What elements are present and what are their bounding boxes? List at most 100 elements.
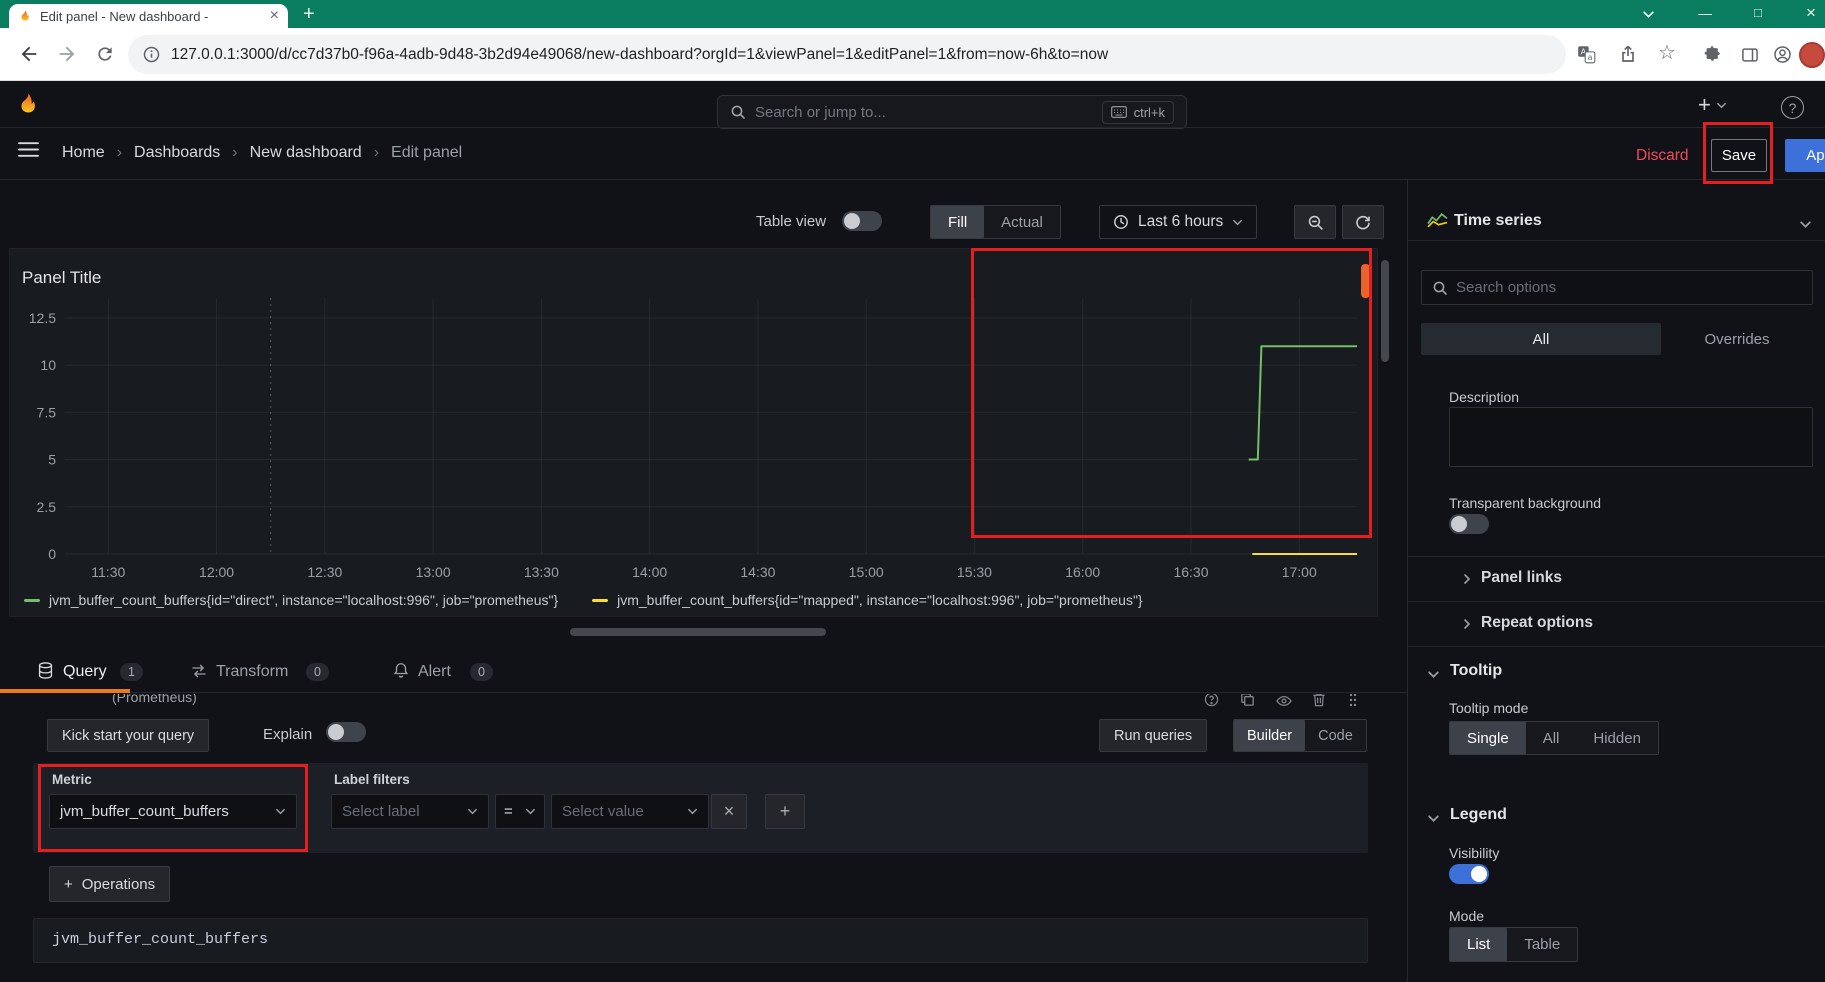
forward-button[interactable]	[56, 43, 78, 70]
zoom-out-button[interactable]	[1294, 205, 1336, 239]
menu-toggle-icon[interactable]	[18, 141, 39, 163]
operator-value: =	[504, 803, 513, 820]
breadcrumb-dashboards[interactable]: Dashboards	[134, 144, 220, 162]
select-label-dropdown[interactable]: Select label	[331, 794, 489, 829]
svg-text:0: 0	[48, 546, 56, 562]
translate-icon[interactable]: Aa	[1576, 44, 1597, 70]
apply-button[interactable]: Apply	[1785, 139, 1825, 172]
help-button[interactable]: ?	[1781, 96, 1804, 119]
annotation-rect-metric	[38, 764, 308, 852]
tab-alert[interactable]: Alert	[418, 663, 451, 681]
svg-text:14:00: 14:00	[632, 564, 667, 580]
breadcrumb-new-dashboard[interactable]: New dashboard	[250, 144, 362, 162]
window-minimize-icon[interactable]: —	[1698, 6, 1712, 20]
svg-text:15:00: 15:00	[849, 564, 884, 580]
profile-icon[interactable]	[1772, 44, 1793, 70]
search-icon	[730, 104, 746, 120]
share-icon[interactable]	[1618, 43, 1638, 69]
window-chevron-icon[interactable]	[1642, 8, 1655, 26]
legend-list-option[interactable]: List	[1450, 928, 1508, 961]
actual-option[interactable]: Actual	[984, 206, 1060, 238]
svg-text:12:00: 12:00	[199, 564, 234, 580]
window-maximize-icon[interactable]: □	[1754, 6, 1762, 19]
horizontal-scrollbar-thumb[interactable]	[570, 628, 826, 636]
select-value-dropdown[interactable]: Select value	[551, 794, 709, 829]
run-queries-button[interactable]: Run queries	[1099, 719, 1208, 752]
chevron-down-icon	[526, 808, 535, 815]
breadcrumb-separator: ›	[373, 144, 380, 161]
legend-item[interactable]: jvm_buffer_count_buffers{id="direct", in…	[24, 592, 558, 608]
tooltip-hidden-option[interactable]: Hidden	[1576, 722, 1658, 754]
code-option[interactable]: Code	[1305, 720, 1366, 751]
panel-type-label[interactable]: Time series	[1454, 212, 1542, 230]
search-placeholder: Search or jump to...	[755, 103, 886, 121]
svg-text:13:30: 13:30	[524, 564, 559, 580]
section-divider	[1408, 556, 1825, 557]
legend-series-marker	[592, 598, 609, 602]
chevron-right-icon	[1461, 572, 1473, 590]
table-view-toggle[interactable]	[842, 211, 882, 231]
table-view-label: Table view	[756, 213, 827, 230]
legend-visibility-toggle[interactable]	[1449, 864, 1489, 884]
tooltip-all-option[interactable]: All	[1526, 722, 1577, 754]
breadcrumb-separator: ›	[232, 144, 238, 161]
options-search-input[interactable]: Search options	[1421, 270, 1813, 305]
builder-option[interactable]: Builder	[1234, 720, 1306, 751]
panel-links-section[interactable]: Panel links	[1481, 569, 1562, 587]
tooltip-single-option[interactable]: Single	[1450, 722, 1526, 754]
site-info-icon[interactable]	[143, 46, 160, 63]
legend-item[interactable]: jvm_buffer_count_buffers{id="mapped", in…	[592, 592, 1143, 608]
explain-toggle[interactable]	[326, 722, 366, 742]
tab-close-icon[interactable]: ×	[270, 8, 279, 24]
vertical-scrollbar-thumb[interactable]	[1381, 260, 1389, 362]
tab-transform[interactable]: Transform	[216, 663, 288, 681]
url-text: 127.0.0.1:3000/d/cc7d37b0-f96a-4adb-9d48…	[171, 45, 1109, 63]
browser-tab[interactable]: Edit panel - New dashboard - ×	[9, 4, 288, 28]
nav-search-input[interactable]: Search or jump to... ctrl+k	[717, 95, 1187, 129]
new-tab-button[interactable]: +	[303, 4, 315, 24]
bookmark-star-icon[interactable]: ☆	[1658, 43, 1676, 63]
browser-avatar[interactable]	[1799, 42, 1825, 68]
database-icon	[36, 661, 55, 685]
create-new-button[interactable]: +	[1698, 92, 1727, 118]
window-close-icon[interactable]: ×	[1806, 4, 1816, 21]
legend-section[interactable]: Legend	[1450, 806, 1507, 824]
side-panel-icon[interactable]	[1740, 45, 1760, 70]
repeat-options-section[interactable]: Repeat options	[1481, 614, 1593, 632]
reload-button[interactable]	[95, 44, 115, 69]
tab-query[interactable]: Query	[63, 663, 107, 681]
svg-text:10: 10	[40, 357, 56, 373]
address-bar[interactable]: 127.0.0.1:3000/d/cc7d37b0-f96a-4adb-9d48…	[128, 35, 1566, 74]
discard-button[interactable]: Discard	[1636, 147, 1689, 165]
chevron-right-icon	[1461, 617, 1473, 635]
tooltip-section[interactable]: Tooltip	[1450, 662, 1502, 680]
legend-table-option[interactable]: Table	[1507, 928, 1577, 961]
tooltip-mode-label: Tooltip mode	[1449, 700, 1529, 716]
transparent-background-toggle[interactable]	[1449, 514, 1489, 534]
kick-start-query-button[interactable]: Kick start your query	[47, 719, 210, 752]
time-range-picker[interactable]: Last 6 hours	[1099, 205, 1258, 239]
hide-query-eye-icon[interactable]	[1276, 694, 1292, 712]
svg-text:14:30: 14:30	[740, 564, 775, 580]
svg-text:a: a	[1588, 53, 1593, 62]
tab-all[interactable]: All	[1421, 323, 1661, 355]
drag-grip-icon[interactable]	[1348, 694, 1358, 713]
fill-option[interactable]: Fill	[931, 206, 985, 238]
query-help-icon[interactable]	[1204, 694, 1219, 712]
breadcrumb-home[interactable]: Home	[62, 144, 105, 162]
delete-query-trash-icon[interactable]	[1312, 694, 1326, 712]
refresh-button[interactable]	[1342, 205, 1384, 239]
description-input[interactable]	[1449, 407, 1813, 467]
operator-dropdown[interactable]: =	[495, 794, 545, 829]
duplicate-query-icon[interactable]	[1240, 694, 1255, 712]
description-label: Description	[1449, 389, 1520, 405]
remove-filter-button[interactable]: ×	[711, 794, 747, 829]
extensions-icon[interactable]	[1702, 44, 1722, 69]
add-filter-button[interactable]: +	[765, 794, 805, 829]
tooltip-mode-group: Single All Hidden	[1449, 721, 1659, 755]
grafana-logo[interactable]	[15, 91, 41, 122]
tab-overrides[interactable]: Overrides	[1661, 323, 1813, 355]
add-operations-button[interactable]: + Operations	[49, 866, 171, 902]
chevron-down-icon[interactable]	[1799, 218, 1812, 236]
back-button[interactable]	[18, 43, 40, 70]
